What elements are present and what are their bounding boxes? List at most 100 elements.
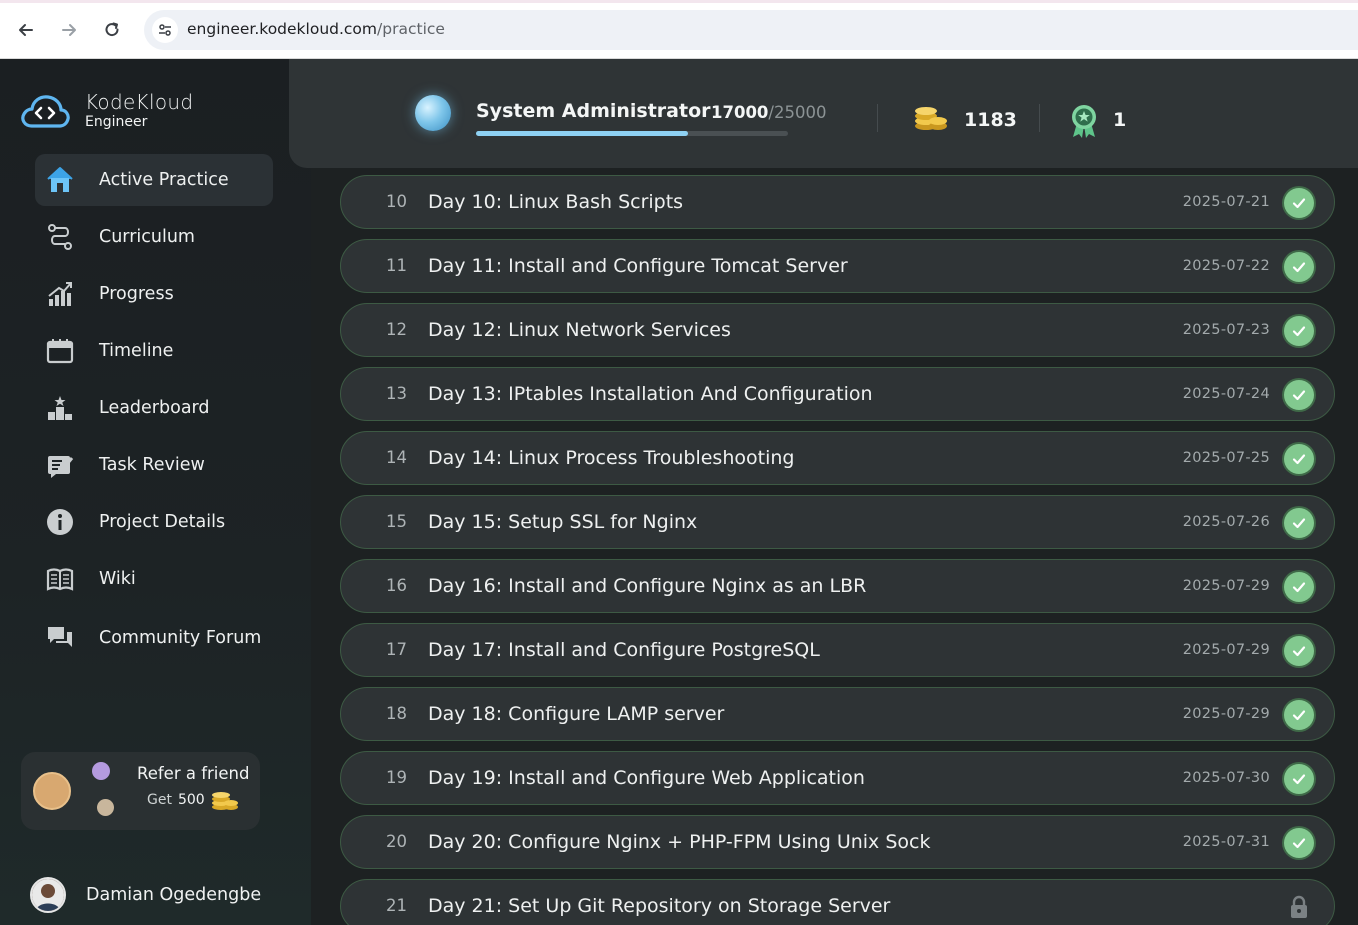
progress-chart-icon xyxy=(45,279,75,309)
brand-name: KodeKloud xyxy=(85,90,194,114)
refer-friend-card[interactable]: Refer a friend Get 500 xyxy=(21,752,260,830)
check-icon xyxy=(1284,636,1314,666)
role-orb-icon xyxy=(415,95,451,131)
sidebar-item-curriculum[interactable]: Curriculum xyxy=(35,211,273,263)
avatar xyxy=(33,772,71,810)
task-number: 17 xyxy=(386,640,407,659)
sidebar-item-wiki[interactable]: Wiki xyxy=(35,553,273,605)
task-number: 10 xyxy=(386,192,407,211)
task-row[interactable]: 21 Day 21: Set Up Git Repository on Stora… xyxy=(340,879,1335,925)
calendar-icon xyxy=(45,336,75,366)
sidebar-item-label: Active Practice xyxy=(99,170,229,190)
back-arrow-icon[interactable] xyxy=(13,17,39,43)
xp-counter: 17000/25000 xyxy=(711,103,826,122)
task-title: Day 14: Linux Process Troubleshooting xyxy=(428,447,795,469)
task-number: 19 xyxy=(386,768,407,787)
task-date: 2025-07-29 xyxy=(1182,578,1270,594)
sidebar-item-active-practice[interactable]: Active Practice xyxy=(35,154,273,206)
brand-logo[interactable]: KodeKloud Engineer xyxy=(20,91,193,131)
coins-count: 1183 xyxy=(964,109,1017,131)
book-icon xyxy=(45,564,75,594)
reload-icon[interactable] xyxy=(99,17,125,43)
avatar xyxy=(92,762,110,780)
sidebar-item-community-forum[interactable]: Community Forum xyxy=(35,612,273,664)
check-icon xyxy=(1284,188,1314,218)
task-date: 2025-07-25 xyxy=(1182,450,1270,466)
check-icon xyxy=(1284,828,1314,858)
sidebar-item-label: Task Review xyxy=(99,455,205,475)
task-number: 21 xyxy=(386,896,407,915)
coins-icon xyxy=(914,104,948,136)
check-icon xyxy=(1284,572,1314,602)
task-date: 2025-07-22 xyxy=(1182,258,1270,274)
task-row[interactable]: 15 Day 15: Setup SSL for Nginx 2025-07-26 xyxy=(340,495,1335,549)
brand-subtitle: Engineer xyxy=(85,114,148,130)
sidebar-item-task-review[interactable]: Task Review xyxy=(35,439,273,491)
badges-count: 1 xyxy=(1113,109,1127,131)
task-number: 20 xyxy=(386,832,407,851)
refer-reward: Get 500 xyxy=(147,792,205,808)
url-path: /practice xyxy=(377,20,445,38)
divider xyxy=(877,104,878,132)
task-number: 12 xyxy=(386,320,407,339)
task-date: 2025-07-23 xyxy=(1182,322,1270,338)
sidebar-item-label: Curriculum xyxy=(99,227,195,247)
podium-icon xyxy=(45,393,75,423)
award-badge-icon xyxy=(1069,103,1099,143)
forward-arrow-icon[interactable] xyxy=(56,17,82,43)
task-title: Day 10: Linux Bash Scripts xyxy=(428,191,684,213)
sidebar-item-label: Leaderboard xyxy=(99,398,210,418)
task-title: Day 21: Set Up Git Repository on Storage… xyxy=(428,895,891,917)
stats-header: System Administrator 17000/25000 1183 1 xyxy=(289,59,1358,168)
task-row[interactable]: 13 Day 13: IPtables Installation And Conf… xyxy=(340,367,1335,421)
tab-strip-edge xyxy=(0,0,1358,3)
task-number: 11 xyxy=(386,256,407,275)
task-title: Day 18: Configure LAMP server xyxy=(428,703,725,725)
check-icon xyxy=(1284,764,1314,794)
check-icon xyxy=(1284,508,1314,538)
task-title: Day 15: Setup SSL for Nginx xyxy=(428,511,698,533)
task-row[interactable]: 17 Day 17: Install and Configure PostgreS… xyxy=(340,623,1335,677)
xp-progress-bar xyxy=(476,131,788,136)
task-date: 2025-07-31 xyxy=(1182,834,1270,850)
task-row[interactable]: 11 Day 11: Install and Configure Tomcat S… xyxy=(340,239,1335,293)
task-row[interactable]: 12 Day 12: Linux Network Services 2025-07-… xyxy=(340,303,1335,357)
task-row[interactable]: 16 Day 16: Install and Configure Nginx as… xyxy=(340,559,1335,613)
task-row[interactable]: 19 Day 19: Install and Configure Web Appl… xyxy=(340,751,1335,805)
coins-icon xyxy=(211,790,239,816)
address-bar[interactable]: engineer.kodekloud.com/practice xyxy=(144,10,1358,50)
task-row[interactable]: 20 Day 20: Configure Nginx + PHP-FPM Usin… xyxy=(340,815,1335,869)
check-icon xyxy=(1284,700,1314,730)
site-settings-icon[interactable] xyxy=(152,17,178,43)
sidebar-item-timeline[interactable]: Timeline xyxy=(35,325,273,377)
task-number: 15 xyxy=(386,512,407,531)
check-icon xyxy=(1284,380,1314,410)
info-icon xyxy=(45,507,75,537)
task-title: Day 17: Install and Configure PostgreSQL xyxy=(428,639,820,661)
task-row[interactable]: 14 Day 14: Linux Process Troubleshooting 2… xyxy=(340,431,1335,485)
check-icon xyxy=(1284,316,1314,346)
sidebar-item-project-details[interactable]: Project Details xyxy=(35,496,273,548)
sidebar: KodeKloud Engineer Active Practice Curri… xyxy=(0,59,311,925)
check-icon xyxy=(1284,252,1314,282)
task-row[interactable]: 18 Day 18: Configure LAMP server 2025-07-2… xyxy=(340,687,1335,741)
task-date: 2025-07-29 xyxy=(1182,642,1270,658)
chat-icon xyxy=(45,623,75,653)
xp-current: 17000 xyxy=(711,103,769,122)
task-number: 18 xyxy=(386,704,407,723)
avatar xyxy=(97,799,114,816)
task-date: 2025-07-29 xyxy=(1182,706,1270,722)
task-row[interactable]: 10 Day 10: Linux Bash Scripts 2025-07-21 xyxy=(340,175,1335,229)
refer-get-label: Get xyxy=(147,792,172,808)
task-date: 2025-07-30 xyxy=(1182,770,1270,786)
task-date: 2025-07-24 xyxy=(1182,386,1270,402)
user-profile[interactable]: Damian Ogedengbe xyxy=(30,877,261,913)
sidebar-item-leaderboard[interactable]: Leaderboard xyxy=(35,382,273,434)
browser-toolbar: engineer.kodekloud.com/practice xyxy=(0,0,1358,59)
task-title: Day 19: Install and Configure Web Applic… xyxy=(428,767,865,789)
sidebar-item-label: Timeline xyxy=(99,341,174,361)
url-host: engineer.kodekloud.com xyxy=(187,20,378,38)
sidebar-item-progress[interactable]: Progress xyxy=(35,268,273,320)
task-number: 14 xyxy=(386,448,407,467)
role-title: System Administrator xyxy=(476,100,711,122)
